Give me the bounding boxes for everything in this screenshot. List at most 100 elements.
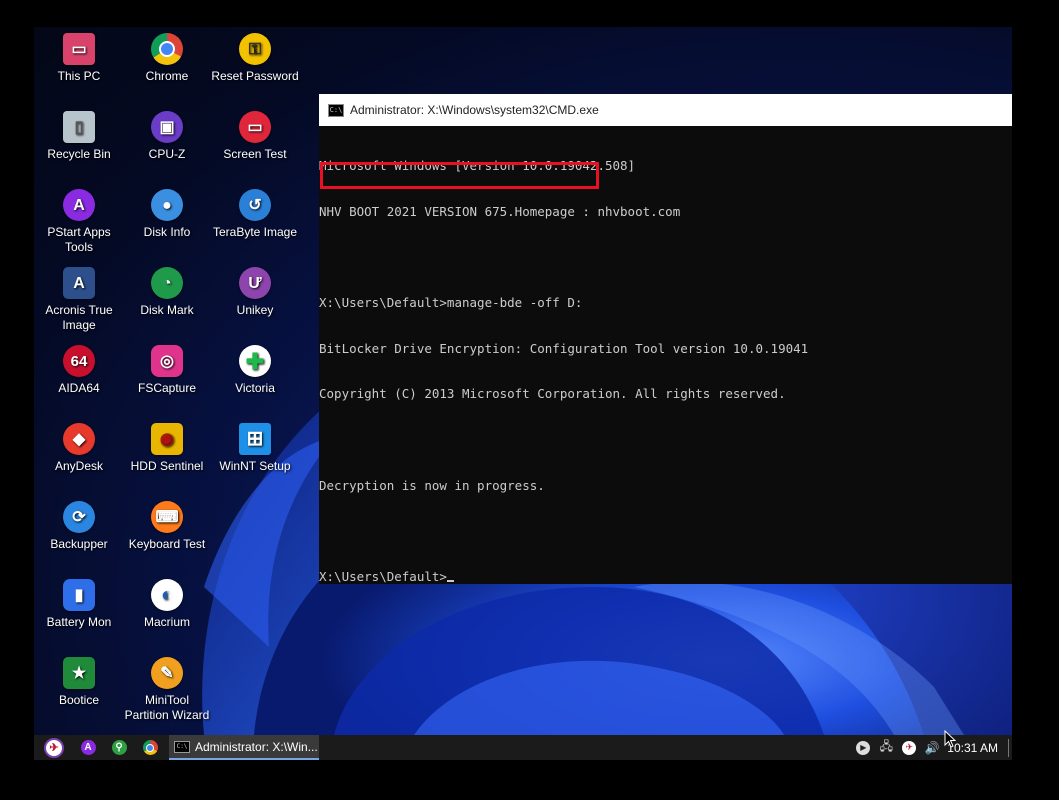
desktop-icon-label: Backupper: [50, 537, 108, 551]
desktop-icon-label: Battery Mon: [46, 615, 112, 629]
desktop-icon-unikey[interactable]: Ư Unikey: [210, 267, 300, 318]
taskbar-pinned-pstart[interactable]: A: [76, 737, 100, 759]
desktop-icon-label: AnyDesk: [54, 459, 104, 473]
desktop-icon-anydesk[interactable]: ◆ AnyDesk: [34, 423, 124, 474]
desktop-icon-aida64[interactable]: 64 AIDA64: [34, 345, 124, 396]
console-line: Decryption is now in progress.: [319, 477, 545, 493]
disk-info-icon: ●: [151, 189, 183, 221]
pstart-icon: A: [80, 740, 96, 755]
cmd-title-bar[interactable]: C:\ Administrator: X:\Windows\system32\C…: [319, 94, 1012, 126]
text-cursor: [446, 579, 454, 582]
hdd-sentinel-icon: ◉: [151, 423, 183, 455]
desktop-icon-label: MiniTool Partition Wizard: [124, 693, 210, 722]
desktop-icon-label: FSCapture: [137, 381, 197, 395]
desktop-icon-screen-test[interactable]: ▭ Screen Test: [210, 111, 300, 162]
console-command-line: X:\Users\Default>manage-bde -off D:: [319, 295, 583, 311]
desktop-icon-label: Disk Info: [143, 225, 191, 239]
chrome-icon: [142, 740, 158, 755]
padlock-icon: ⚿: [239, 33, 271, 65]
recycle-bin-icon: ▯: [63, 111, 95, 143]
cmd-window-title: Administrator: X:\Windows\system32\CMD.e…: [350, 103, 599, 117]
desktop-screen: ▭ This PC Chrome ⚿ Reset Password ▯ Recy…: [34, 27, 1012, 760]
desktop-icon-label: Macrium: [143, 615, 190, 629]
taskbar-pinned-chrome[interactable]: [138, 737, 162, 759]
console-line: BitLocker Drive Encryption: Configuratio…: [319, 340, 809, 356]
desktop-icon-label: Screen Test: [223, 147, 287, 161]
keyboard-key-icon: Ư: [239, 267, 271, 299]
mouse-pointer-icon: [944, 730, 956, 748]
desktop-icon-macrium[interactable]: ◐ Macrium: [122, 579, 212, 630]
disk-mark-icon: ◔: [151, 267, 183, 299]
desktop-icon-winnt-setup[interactable]: ⊞ WinNT Setup: [210, 423, 300, 474]
taskbar: ✈ A ⚲ C:\ Administrator: X:\Win... ▶ 🖧 ✈…: [34, 735, 1012, 760]
desktop-icon-label: AIDA64: [58, 381, 100, 395]
desktop-icon-chrome[interactable]: Chrome: [122, 33, 212, 84]
desktop-icon-this-pc[interactable]: ▭ This PC: [34, 33, 124, 84]
desktop-icon-label: WinNT Setup: [219, 459, 291, 473]
desktop-icon-label: PStart Apps Tools: [47, 225, 111, 254]
console-line: Copyright (C) 2013 Microsoft Corporation…: [319, 386, 786, 402]
desktop-icon-minitool[interactable]: ✎ MiniTool Partition Wizard: [122, 657, 212, 723]
desktop-icon-battery-mon[interactable]: ▮ Battery Mon: [34, 579, 124, 630]
cmd-console-output[interactable]: Microsoft Windows [Version 10.0.19042.50…: [319, 126, 1012, 614]
taskbar-task-label: Administrator: X:\Win...: [195, 739, 318, 754]
desktop-icon-disk-mark[interactable]: ◔ Disk Mark: [122, 267, 212, 318]
desktop-icon-disk-info[interactable]: ● Disk Info: [122, 189, 212, 240]
desktop-icon-fscapture[interactable]: ◎ FSCapture: [122, 345, 212, 396]
start-logo-icon: ✈: [44, 737, 64, 758]
windows-logo-icon: ⊞: [239, 423, 271, 455]
clock-restore-icon: ↺: [239, 189, 271, 221]
console-line: Microsoft Windows [Version 10.0.19042.50…: [319, 158, 636, 174]
desktop-icon-label: Victoria: [235, 381, 275, 395]
chrome-icon: [151, 33, 183, 65]
network-icon[interactable]: 🖧: [878, 739, 894, 756]
media-play-icon[interactable]: ▶: [855, 740, 871, 756]
desktop-icon-label: Reset Password: [211, 69, 299, 83]
cmd-app-icon: C:\: [174, 740, 190, 753]
taskbar-pinned-search[interactable]: ⚲: [107, 737, 131, 759]
desktop-icon-victoria[interactable]: ✚ Victoria: [210, 345, 300, 396]
desktop-icon-label: Chrome: [145, 69, 189, 83]
desktop-icon-label: This PC: [57, 69, 101, 83]
nhv-boot-icon[interactable]: ✈: [901, 740, 917, 756]
desktop-icon-bootice[interactable]: ★ Bootice: [34, 657, 124, 708]
desktop-icon-terabyte-image[interactable]: ↺ TeraByte Image: [210, 189, 300, 240]
system-tray: ▶ 🖧 ✈ 🔊 10:31 AM: [855, 735, 1012, 760]
desktop-icon-cpu-z[interactable]: ▣ CPU-Z: [122, 111, 212, 162]
green-cross-icon: ✚: [239, 345, 271, 377]
desktop-icon-label: CPU-Z: [148, 147, 186, 161]
desktop-icon-label: Unikey: [236, 303, 274, 317]
desktop-icon-hdd-sentinel[interactable]: ◉ HDD Sentinel: [122, 423, 212, 474]
cmd-window[interactable]: C:\ Administrator: X:\Windows\system32\C…: [319, 94, 1012, 584]
apps-icon: A: [63, 189, 95, 221]
cmd-app-icon: C:\: [328, 103, 344, 117]
desktop-icon-acronis[interactable]: A Acronis True Image: [34, 267, 124, 333]
desktop-icon-label: Disk Mark: [140, 303, 194, 317]
anydesk-icon: ◆: [63, 423, 95, 455]
taskbar-task-cmd[interactable]: C:\ Administrator: X:\Win...: [169, 735, 319, 760]
battery-icon: ▮: [63, 579, 95, 611]
desktop-icon-recycle-bin[interactable]: ▯ Recycle Bin: [34, 111, 124, 162]
backup-icon: ⟳: [63, 501, 95, 533]
camera-icon: ◎: [151, 345, 183, 377]
volume-icon[interactable]: 🔊: [924, 740, 940, 756]
acronis-icon: A: [63, 267, 95, 299]
console-prompt-line: X:\Users\Default>: [319, 569, 1012, 584]
desktop-icon-backupper[interactable]: ⟳ Backupper: [34, 501, 124, 552]
minitool-icon: ✎: [151, 657, 183, 689]
macrium-icon: ◐: [151, 579, 183, 611]
desktop-icon-pstart[interactable]: A PStart Apps Tools: [34, 189, 124, 255]
start-button[interactable]: ✈: [42, 737, 66, 759]
desktop-icon-label: Acronis True Image: [45, 303, 113, 332]
show-desktop-button[interactable]: [1008, 738, 1009, 757]
monitor-icon: ▭: [63, 33, 95, 65]
console-line: NHV BOOT 2021 VERSION 675.Homepage : nhv…: [319, 204, 681, 219]
desktop-icon-label: Keyboard Test: [128, 537, 206, 551]
desktop-icon-reset-password[interactable]: ⚿ Reset Password: [210, 33, 300, 84]
desktop-icon-label: TeraByte Image: [212, 225, 298, 239]
desktop-icon-keyboard-test[interactable]: ⌨ Keyboard Test: [122, 501, 212, 552]
cpu-icon: ▣: [151, 111, 183, 143]
